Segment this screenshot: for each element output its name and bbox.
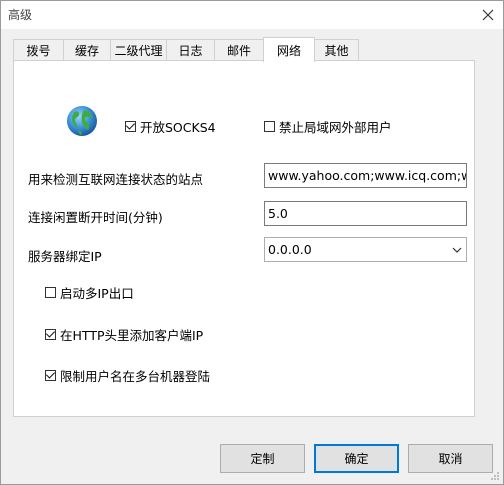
checkbox-box[interactable] [45,329,56,340]
tab-mail[interactable]: 邮件 [214,39,264,60]
block-lan-external-checkbox[interactable]: 禁止局域网外部用户 [264,117,392,136]
tab-log[interactable]: 日志 [166,39,215,60]
check-sites-input[interactable]: www.yahoo.com;www.icq.com;www [264,163,467,188]
bind-ip-label: 服务器绑定IP [28,249,102,264]
bind-ip-value: 0.0.0.0 [268,242,312,257]
cancel-button[interactable]: 取消 [408,444,493,473]
globe-icon [67,106,97,136]
network-panel: 开放SOCKS4 禁止局域网外部用户 用来检测互联网连接状态的站点 www.ya… [13,60,475,417]
checkbox-box[interactable] [125,121,136,132]
window-title: 高级 [8,8,33,22]
tab-secondary-proxy[interactable]: 二级代理 [110,39,167,60]
tab-other[interactable]: 其他 [314,39,359,60]
multi-ip-checkbox[interactable]: 启动多IP出口 [45,283,134,302]
bind-ip-select[interactable]: 0.0.0.0 [264,237,467,262]
enable-socks4-checkbox[interactable]: 开放SOCKS4 [125,117,216,136]
customize-button[interactable]: 定制 [220,444,305,473]
idle-disconnect-input[interactable]: 5.0 [264,201,467,226]
ok-button[interactable]: 确定 [314,444,399,473]
limit-user-multi-checkbox[interactable]: 限制用户名在多台机器登陆 [45,366,210,385]
checkbox-box[interactable] [45,287,56,298]
resize-grip-icon[interactable] [490,471,500,481]
checkbox-box[interactable] [45,370,56,381]
tab-cache[interactable]: 缓存 [63,39,111,60]
title-bar: 高级 [1,1,503,29]
idle-disconnect-label: 连接闲置断开时间(分钟) [28,210,163,225]
tab-network[interactable]: 网络 [263,37,315,62]
http-client-ip-checkbox[interactable]: 在HTTP头里添加客户端IP [45,325,203,344]
tab-dial[interactable]: 拨号 [13,39,64,60]
dialog-window: 高级 拨号 缓存 二级代理 日志 邮件 网络 其他 开放SOCKS4 禁止局域网… [0,0,504,485]
chevron-down-icon [452,247,462,253]
close-icon [482,9,494,21]
checkbox-box[interactable] [264,121,275,132]
close-button[interactable] [473,1,503,29]
check-sites-label: 用来检测互联网连接状态的站点 [28,172,204,187]
